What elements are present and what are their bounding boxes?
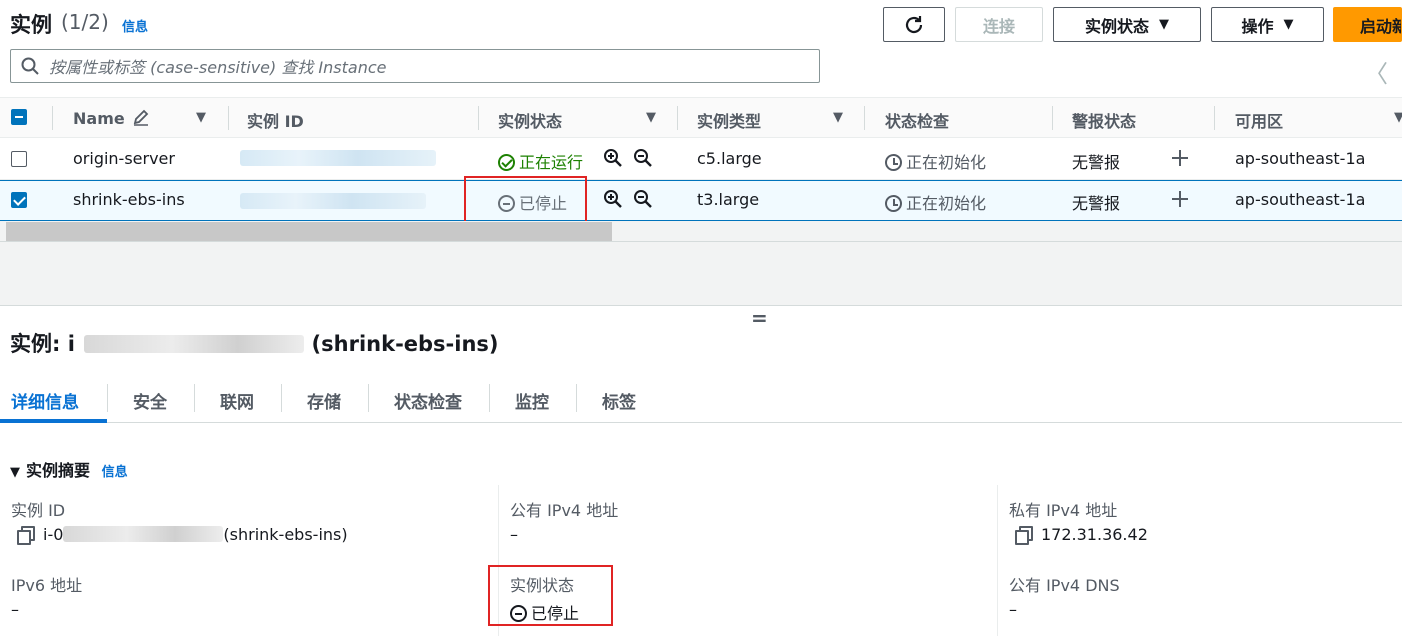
instance-type: c5.large [697,149,762,168]
availability-zone: ap-southeast-1a [1235,149,1366,168]
section-info-link[interactable]: 信息 [102,465,128,480]
copy-icon[interactable] [1015,526,1033,545]
scrollbar-thumb[interactable] [6,222,612,241]
copy-icon[interactable] [17,526,35,545]
connect-button[interactable]: 连接 [955,7,1043,42]
search-icon [21,57,39,75]
instance-summary-header[interactable]: ▼ 实例摘要 信息 [10,457,128,481]
edit-icon [134,109,149,126]
private-ipv4-label: 私有 IPv4 地址 [1009,501,1118,520]
add-alarm-icon[interactable] [1170,148,1190,168]
detail-tabs: 详细信息 安全 联网 存储 状态检查 监控 标签 [0,380,1402,423]
redacted-instance-id [63,526,224,542]
check-circle-icon [498,154,515,171]
instance-state-dropdown[interactable]: 实例状态 ▼ [1053,7,1201,42]
alarm-status: 无警报 [1072,194,1121,213]
tab-details[interactable]: 详细信息 [11,388,79,413]
status-check: 正在初始化 [885,149,986,173]
clock-icon [885,195,902,212]
info-link[interactable]: 信息 [122,16,148,35]
search-input[interactable]: 按属性或标签 (case-sensitive) 查找 Instance [10,49,820,83]
collapse-caret-icon: ▼ [10,465,20,480]
instance-type: t3.large [697,190,760,209]
detail-title: 实例: i (shrink-ebs-ins) [10,332,499,356]
public-dns-value: – [1009,600,1017,619]
column-header-alarm-status[interactable]: 警报状态 [1072,108,1136,132]
launch-instances-button[interactable]: 启动新 [1333,7,1402,42]
column-header-instance-type[interactable]: 实例类型 [697,108,761,132]
row-checkbox[interactable] [11,151,27,167]
zoom-in-icon[interactable] [603,189,623,209]
tab-networking[interactable]: 联网 [220,388,254,413]
instance-name: origin-server [73,149,175,168]
alarm-status: 无警报 [1072,153,1121,172]
sort-caret-icon[interactable]: ▼ [1394,110,1402,125]
instance-id-value: i-0 (shrink-ebs-ins) [17,525,348,545]
redacted-instance-id [240,193,426,209]
redacted-instance-id [84,335,305,353]
horizontal-scrollbar[interactable] [0,221,1402,242]
actions-dropdown[interactable]: 操作 ▼ [1211,7,1324,42]
column-header-name[interactable]: Name [73,108,150,128]
refresh-button[interactable] [883,7,945,42]
private-ipv4-value: 172.31.36.42 [1015,525,1148,545]
instance-id-label: 实例 ID [11,501,66,520]
search-placeholder: 按属性或标签 (case-sensitive) 查找 Instance [49,58,387,77]
table-header: Name ▼ 实例 ID 实例状态 ▼ 实例类型 ▼ 状态检查 警报状态 可用区… [0,97,1402,138]
highlight-box [488,565,613,626]
sort-caret-icon[interactable]: ▼ [196,110,206,125]
column-header-instance-id[interactable]: 实例 ID [247,108,304,132]
caret-down-icon: ▼ [1283,17,1294,32]
previous-page-icon[interactable]: 〈 [1364,54,1388,89]
tab-monitoring[interactable]: 监控 [515,388,549,413]
public-dns-label: 公有 IPv4 DNS [1009,576,1120,595]
actions-label: 操作 [1241,16,1274,36]
zoom-out-icon[interactable] [633,189,653,209]
row-checkbox[interactable] [11,192,27,208]
ipv6-value: – [11,600,19,619]
status-check: 正在初始化 [885,190,986,214]
ipv6-label: IPv6 地址 [11,576,83,595]
column-header-availability-zone[interactable]: 可用区 [1235,108,1283,132]
active-tab-indicator [0,419,107,423]
zoom-out-icon[interactable] [633,148,653,168]
refresh-icon [905,15,923,33]
selection-count: (1/2) [61,10,109,34]
table-empty-area [0,242,1402,306]
sort-caret-icon[interactable]: ▼ [646,110,656,125]
redacted-instance-id [240,150,436,166]
public-ipv4-value: – [510,525,518,544]
instance-state-label: 实例状态 [1084,16,1149,36]
availability-zone: ap-southeast-1a [1235,190,1366,209]
tab-storage[interactable]: 存储 [307,388,341,413]
column-header-instance-state[interactable]: 实例状态 [498,108,562,132]
instance-state: 正在运行 [498,149,583,173]
clock-icon [885,154,902,171]
tab-security[interactable]: 安全 [133,388,167,413]
tab-status-checks[interactable]: 状态检查 [394,388,462,413]
resize-handle-icon[interactable]: = [751,306,768,330]
public-ipv4-label: 公有 IPv4 地址 [510,501,619,520]
table-row[interactable]: origin-server 正在运行 c5.large 正在初始化 无警报 ap… [0,139,1402,180]
zoom-in-icon[interactable] [603,148,623,168]
sort-caret-icon[interactable]: ▼ [833,110,843,125]
table-row[interactable]: shrink-ebs-ins 已停止 t3.large 正在初始化 无警报 ap… [0,180,1402,221]
instance-name: shrink-ebs-ins [73,190,185,209]
add-alarm-icon[interactable] [1170,189,1190,209]
caret-down-icon: ▼ [1159,17,1169,32]
column-header-status-check[interactable]: 状态检查 [885,108,949,132]
select-all-checkbox[interactable] [11,109,27,125]
page-title: 实例 [10,13,52,37]
tab-tags[interactable]: 标签 [602,388,636,413]
